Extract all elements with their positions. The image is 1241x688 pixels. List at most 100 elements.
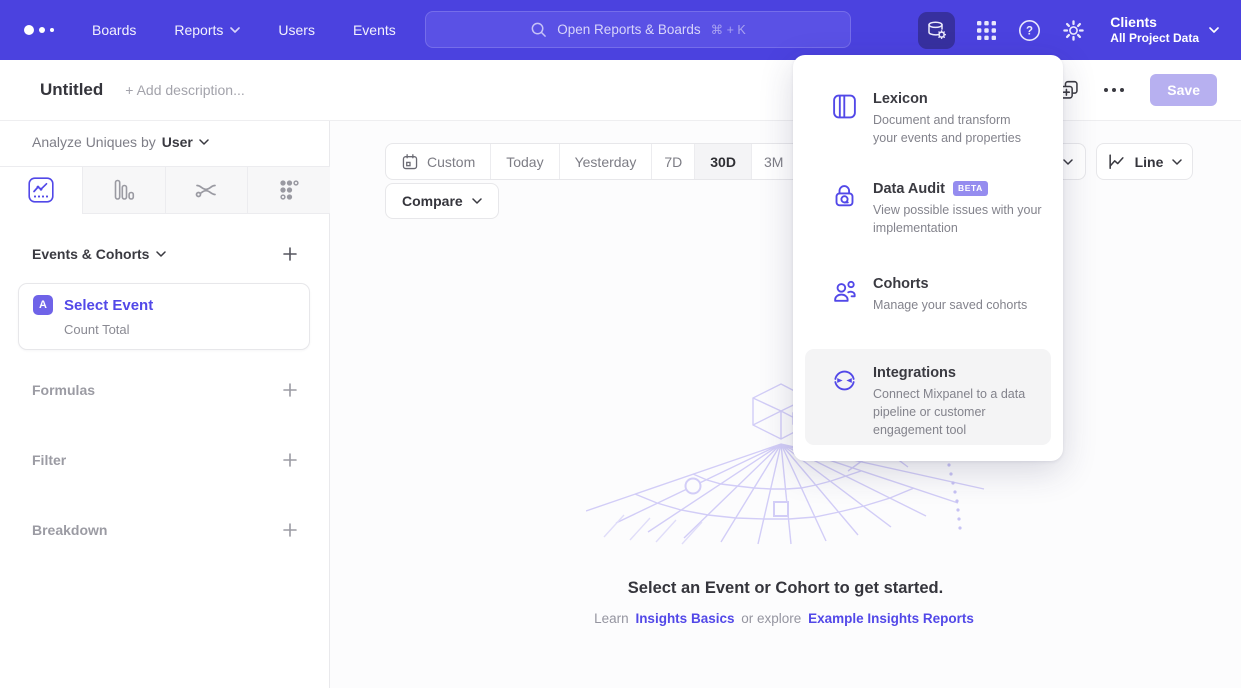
date-range-yesterday[interactable]: Yesterday [559, 144, 652, 179]
chart-type-tabs [0, 166, 330, 214]
menu-item-cohorts[interactable]: Cohorts Manage your saved cohorts [793, 276, 1063, 314]
flow-chart-icon [193, 177, 219, 203]
bar-chart-icon [111, 177, 137, 203]
help-icon[interactable]: ? [1018, 19, 1041, 42]
count-total-label[interactable]: Count Total [64, 322, 295, 337]
tab-metrics-grid[interactable] [247, 167, 330, 214]
chevron-down-icon [472, 198, 482, 204]
date-range-today-label: Today [506, 154, 543, 170]
chart-type-dropdown[interactable]: Line [1096, 143, 1193, 180]
date-range-7d[interactable]: 7D [651, 144, 694, 179]
analyze-row: Analyze Uniques by User [32, 134, 209, 150]
nav-users-label: Users [278, 22, 315, 38]
chevron-down-icon [1063, 159, 1073, 165]
date-range-custom[interactable]: Custom [386, 144, 490, 179]
apps-grid-icon[interactable] [976, 20, 997, 41]
menu-item-data-audit[interactable]: Data Audit BETA View possible issues wit… [793, 181, 1063, 237]
analyze-value-dropdown[interactable]: User [162, 134, 209, 150]
add-event-button[interactable] [281, 245, 299, 263]
report-description-field[interactable]: + Add description... [125, 82, 244, 98]
tab-bar-chart[interactable] [82, 167, 165, 214]
example-reports-link[interactable]: Example Insights Reports [808, 611, 974, 626]
date-range-7d-label: 7D [664, 154, 682, 170]
global-search-input[interactable]: Open Reports & Boards ⌘ + K [425, 11, 851, 48]
events-cohorts-header: Events & Cohorts [32, 245, 299, 263]
chevron-down-icon [1172, 159, 1182, 165]
date-range-30d-label: 30D [710, 154, 736, 170]
add-filter-button[interactable] [281, 451, 299, 469]
save-button[interactable]: Save [1150, 74, 1217, 106]
select-event-card[interactable]: A Select Event Count Total [18, 283, 310, 350]
formulas-label: Formulas [32, 382, 95, 398]
events-cohorts-dropdown[interactable]: Events & Cohorts [32, 246, 166, 262]
menu-item-lexicon[interactable]: Lexicon Document and transform your even… [793, 91, 1063, 147]
nav-boards[interactable]: Boards [92, 22, 136, 38]
filter-label: Filter [32, 452, 66, 468]
line-chart-icon [1107, 152, 1126, 171]
plus-icon [281, 521, 299, 539]
plus-icon [281, 381, 299, 399]
formulas-section: Formulas [32, 378, 299, 402]
empty-state-title: Select an Event or Cohort to get started… [330, 579, 1241, 598]
data-audit-lock-icon [831, 183, 858, 215]
event-letter-badge: A [33, 295, 53, 315]
date-range-30d-selected[interactable]: 30D [694, 144, 751, 179]
data-management-menu: Lexicon Document and transform your even… [793, 55, 1063, 461]
data-management-icon[interactable] [918, 12, 955, 49]
lexicon-book-icon [831, 93, 858, 125]
nav-events-label: Events [353, 22, 396, 38]
nav-users[interactable]: Users [278, 22, 315, 38]
search-shortcut: ⌘ + K [711, 22, 746, 37]
cohorts-description: Manage your saved cohorts [873, 296, 1063, 314]
select-event-label: Select Event [64, 297, 153, 314]
report-title[interactable]: Untitled [40, 80, 103, 100]
add-formula-button[interactable] [281, 381, 299, 399]
breakdown-label: Breakdown [32, 522, 107, 538]
empty-state-links: Learn Insights Basics or explore Example… [330, 611, 1241, 626]
org-name: Clients [1110, 14, 1199, 32]
compare-button[interactable]: Compare [385, 183, 499, 219]
tab-flow-chart[interactable] [165, 167, 248, 214]
line-chart-icon [28, 177, 54, 203]
plus-icon [281, 451, 299, 469]
nav-events[interactable]: Events [353, 22, 396, 38]
report-canvas: Custom Today Yesterday 7D 30D 3M 6M Comp… [330, 121, 1241, 688]
menu-item-integrations[interactable]: Integrations Connect Mixpanel to a data … [805, 349, 1051, 445]
insights-basics-link[interactable]: Insights Basics [635, 611, 734, 626]
navbar-right-group: ? Clients All Project Data [918, 0, 1219, 60]
settings-gear-icon[interactable] [1062, 19, 1085, 42]
explore-middle: or explore [741, 611, 801, 626]
date-range-3m-label: 3M [764, 154, 783, 170]
tab-insights-line-chart[interactable] [0, 167, 82, 214]
lexicon-description: Document and transform your events and p… [873, 111, 1025, 147]
calendar-icon [401, 153, 419, 171]
lexicon-title: Lexicon [873, 91, 928, 107]
nav-reports[interactable]: Reports [174, 22, 240, 38]
integrations-title: Integrations [873, 365, 956, 381]
chart-type-label: Line [1135, 154, 1164, 170]
add-breakdown-button[interactable] [281, 521, 299, 539]
top-navbar: Boards Reports Users Events Open Reports… [0, 0, 1241, 60]
search-placeholder: Open Reports & Boards [557, 22, 700, 37]
date-range-control: Custom Today Yesterday 7D 30D 3M 6M [385, 143, 841, 180]
cohorts-users-icon [831, 278, 858, 310]
date-range-today[interactable]: Today [490, 144, 558, 179]
more-options-icon[interactable] [1104, 88, 1124, 92]
project-switcher[interactable]: Clients All Project Data [1110, 14, 1219, 47]
svg-text:?: ? [1026, 25, 1033, 37]
events-cohorts-label: Events & Cohorts [32, 246, 149, 262]
mixpanel-dots-logo[interactable] [24, 25, 54, 35]
analyze-prefix: Analyze Uniques by [32, 134, 156, 150]
date-range-3m[interactable]: 3M [751, 144, 795, 179]
beta-badge: BETA [953, 181, 988, 196]
data-audit-description: View possible issues with your implement… [873, 201, 1053, 237]
date-range-yesterday-label: Yesterday [575, 154, 637, 170]
chevron-down-icon [199, 139, 209, 145]
date-range-custom-label: Custom [427, 154, 475, 170]
nav-reports-label: Reports [174, 22, 223, 38]
breakdown-section: Breakdown [32, 518, 299, 542]
integrations-description: Connect Mixpanel to a data pipeline or c… [873, 385, 1041, 439]
cohorts-title: Cohorts [873, 276, 929, 292]
project-name: All Project Data [1110, 31, 1199, 46]
learn-prefix: Learn [594, 611, 629, 626]
